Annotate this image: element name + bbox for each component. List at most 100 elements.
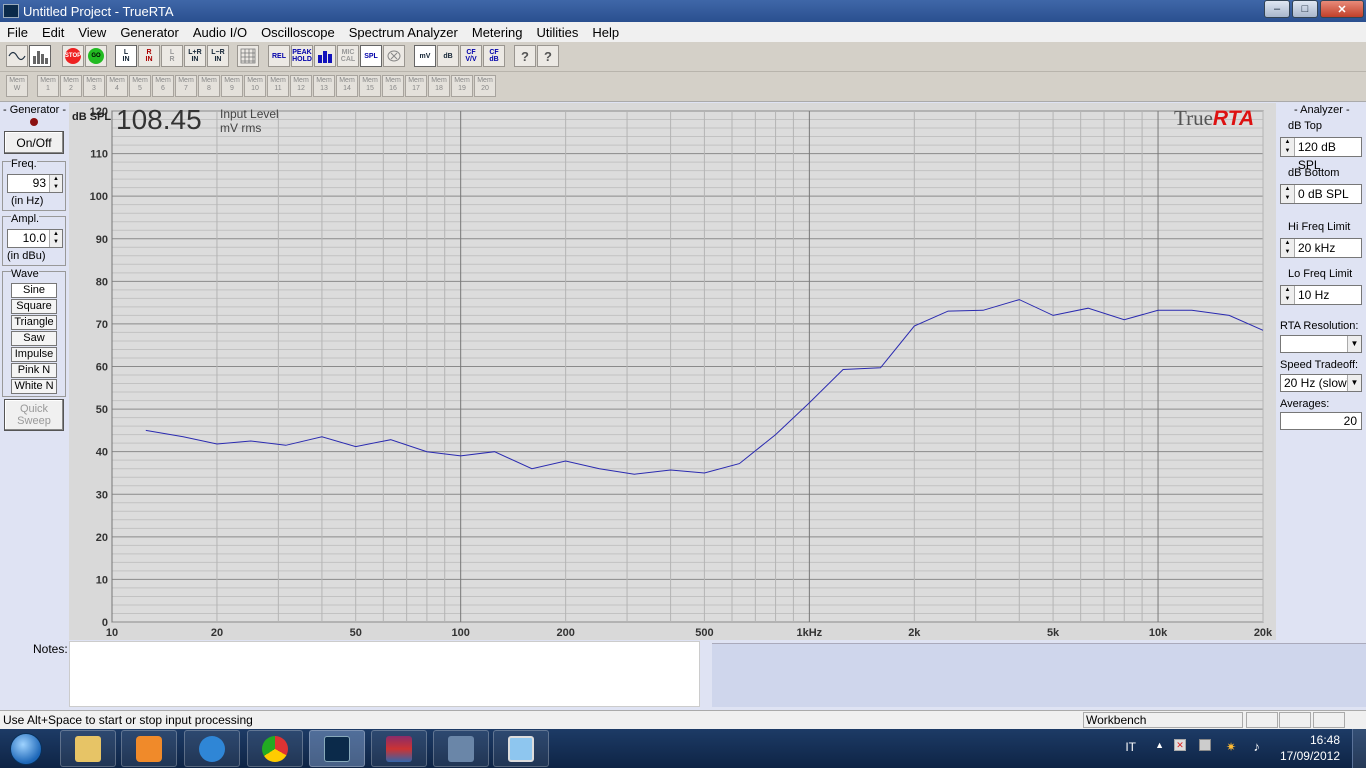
mem-slot-20-button[interactable]: Mem 20 bbox=[474, 75, 496, 97]
menu-oscilloscope[interactable]: Oscilloscope bbox=[254, 25, 342, 40]
lo-freq-field[interactable]: ▲ ▼ 10 Hz bbox=[1280, 285, 1362, 305]
cf-db-button[interactable]: CF dB bbox=[483, 45, 505, 67]
rel-button[interactable]: REL bbox=[268, 45, 290, 67]
mem-slot-9-button[interactable]: Mem 9 bbox=[221, 75, 243, 97]
taskbar-photo-viewer[interactable] bbox=[493, 730, 549, 767]
stop-button[interactable]: STOP bbox=[62, 45, 84, 67]
clock-date[interactable]: 17/09/2012 bbox=[1280, 749, 1340, 763]
context-help-button[interactable]: ? bbox=[537, 45, 559, 67]
mem-slot-11-button[interactable]: Mem 11 bbox=[267, 75, 289, 97]
maximize-button[interactable]: □ bbox=[1292, 0, 1318, 18]
spectrum-chart[interactable]: 120 110 100 90 80 70 60 50 40 30 20 10 0 10 20 50 100 200… bbox=[69, 103, 1276, 640]
generator-onoff-button[interactable]: On/Off bbox=[4, 131, 64, 154]
mem-slot-6-button[interactable]: Mem 6 bbox=[152, 75, 174, 97]
wave-square-button[interactable]: Square bbox=[11, 299, 57, 314]
rta-resolution-select[interactable]: ▼ bbox=[1280, 335, 1362, 353]
bar-display-button[interactable] bbox=[314, 45, 336, 67]
averages-field[interactable]: 20 bbox=[1280, 412, 1362, 430]
menu-edit[interactable]: Edit bbox=[35, 25, 71, 40]
mem-slot-2-button[interactable]: Mem 2 bbox=[60, 75, 82, 97]
taskbar-media-player[interactable] bbox=[121, 730, 177, 767]
close-button[interactable]: ✕ bbox=[1320, 0, 1364, 18]
taskbar-truerta[interactable] bbox=[309, 730, 365, 767]
quick-sweep-button[interactable]: Quick Sweep bbox=[4, 399, 64, 431]
volume-icon[interactable]: ♪ bbox=[1254, 739, 1261, 754]
speed-tradeoff-select[interactable]: 20 Hz (slow) ▼ bbox=[1280, 374, 1362, 392]
device-icon[interactable] bbox=[1199, 739, 1211, 751]
x-tick-label: 100 bbox=[451, 627, 469, 639]
start-button[interactable] bbox=[3, 730, 49, 767]
menu-utilities[interactable]: Utilities bbox=[529, 25, 585, 40]
mem-slot-8-button[interactable]: Mem 8 bbox=[198, 75, 220, 97]
left-right-button[interactable]: LR bbox=[161, 45, 183, 67]
network-icon[interactable]: ✕ bbox=[1174, 739, 1186, 751]
mem-slot-14-button[interactable]: Mem 14 bbox=[336, 75, 358, 97]
go-button[interactable]: GO bbox=[85, 45, 107, 67]
wave-white-noise-button[interactable]: White N bbox=[11, 379, 57, 394]
mem-slot-15-button[interactable]: Mem 15 bbox=[359, 75, 381, 97]
show-desktop-button[interactable] bbox=[1352, 729, 1366, 768]
taskbar: IT ▲ ✕ ✷ ♪ 16:48 17/09/2012 bbox=[0, 729, 1366, 768]
status-pane-3 bbox=[1279, 712, 1311, 728]
mem-slot-12-button[interactable]: Mem 12 bbox=[290, 75, 312, 97]
mem-slot-16-button[interactable]: Mem 16 bbox=[382, 75, 404, 97]
language-indicator[interactable]: IT bbox=[1125, 740, 1136, 754]
menu-file[interactable]: File bbox=[0, 25, 35, 40]
mem-slot-5-button[interactable]: Mem 5 bbox=[129, 75, 151, 97]
db-top-field[interactable]: ▲ ▼ 120 dB SPL bbox=[1280, 137, 1362, 172]
minimize-button[interactable]: ‒ bbox=[1264, 0, 1290, 18]
mem-slot-18-button[interactable]: Mem 18 bbox=[428, 75, 450, 97]
cf-vv-button[interactable]: CF V/V bbox=[460, 45, 482, 67]
mem-slot-17-button[interactable]: Mem 17 bbox=[405, 75, 427, 97]
mem-slot-4-button[interactable]: Mem 4 bbox=[106, 75, 128, 97]
flag-icon[interactable]: ✷ bbox=[1226, 740, 1236, 754]
wave-impulse-button[interactable]: Impulse bbox=[11, 347, 57, 362]
taskbar-internet-explorer[interactable] bbox=[184, 730, 240, 767]
db-bottom-field[interactable]: ▲ ▼ 0 dB SPL bbox=[1280, 184, 1362, 204]
taskbar-explorer[interactable] bbox=[60, 730, 116, 767]
wave-label: Wave bbox=[11, 268, 39, 280]
db-units-button[interactable]: dB bbox=[437, 45, 459, 67]
notes-textbox[interactable] bbox=[69, 641, 700, 707]
taskbar-chrome[interactable] bbox=[247, 730, 303, 767]
menu-view[interactable]: View bbox=[71, 25, 113, 40]
right-in-button[interactable]: R IN bbox=[138, 45, 160, 67]
spectrum-mode-button[interactable] bbox=[29, 45, 51, 67]
mem-slot-1-button[interactable]: Mem 1 bbox=[37, 75, 59, 97]
mem-w-button[interactable]: Mem W bbox=[6, 75, 28, 97]
peak-hold-button[interactable]: PEAK HOLD bbox=[291, 45, 313, 67]
clear-button[interactable] bbox=[383, 45, 405, 67]
difference-in-button[interactable]: L−R IN bbox=[207, 45, 229, 67]
menu-help[interactable]: Help bbox=[585, 25, 626, 40]
wave-pink-noise-button[interactable]: Pink N bbox=[11, 363, 57, 378]
menu-metering[interactable]: Metering bbox=[465, 25, 530, 40]
input-level-value: 108.45 bbox=[116, 104, 202, 135]
mem-slot-19-button[interactable]: Mem 19 bbox=[451, 75, 473, 97]
mv-units-button[interactable]: mV bbox=[414, 45, 436, 67]
mem-slot-7-button[interactable]: Mem 7 bbox=[175, 75, 197, 97]
hi-freq-field[interactable]: ▲ ▼ 20 kHz bbox=[1280, 238, 1362, 258]
menu-audio-io[interactable]: Audio I/O bbox=[186, 25, 254, 40]
help-button[interactable]: ? bbox=[514, 45, 536, 67]
freq-input[interactable]: 93 ▲ ▼ bbox=[7, 174, 63, 193]
mem-slot-3-button[interactable]: Mem 3 bbox=[83, 75, 105, 97]
menu-spectrum-analyzer[interactable]: Spectrum Analyzer bbox=[342, 25, 465, 40]
left-in-button[interactable]: L IN bbox=[115, 45, 137, 67]
wave-sine-button[interactable]: Sine bbox=[11, 283, 57, 298]
mic-cal-button[interactable]: MIC CAL bbox=[337, 45, 359, 67]
ampl-input[interactable]: 10.0 ▲ ▼ bbox=[7, 229, 63, 248]
grid-button[interactable] bbox=[237, 45, 259, 67]
menu-generator[interactable]: Generator bbox=[113, 25, 186, 40]
mem-slot-13-button[interactable]: Mem 13 bbox=[313, 75, 335, 97]
wave-triangle-button[interactable]: Triangle bbox=[11, 315, 57, 330]
tray-expand-icon[interactable]: ▲ bbox=[1155, 740, 1164, 750]
window-icon bbox=[448, 735, 474, 762]
spl-button[interactable]: SPL bbox=[360, 45, 382, 67]
oscilloscope-mode-button[interactable] bbox=[6, 45, 28, 67]
taskbar-winrar[interactable] bbox=[371, 730, 427, 767]
mem-slot-10-button[interactable]: Mem 10 bbox=[244, 75, 266, 97]
taskbar-window[interactable] bbox=[433, 730, 489, 767]
clock-time[interactable]: 16:48 bbox=[1310, 733, 1340, 747]
sum-in-button[interactable]: L+R IN bbox=[184, 45, 206, 67]
wave-saw-button[interactable]: Saw bbox=[11, 331, 57, 346]
